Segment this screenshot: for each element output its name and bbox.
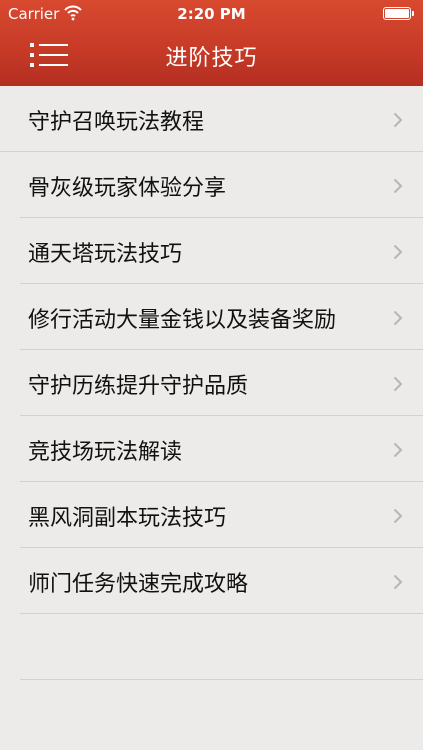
list-item[interactable]: 竞技场玩法解读 <box>20 416 423 482</box>
chevron-right-icon <box>393 112 403 128</box>
list-item[interactable]: 黑风洞副本玩法技巧 <box>20 482 423 548</box>
list-item-label: 骨灰级玩家体验分享 <box>28 176 227 201</box>
chevron-right-icon <box>393 310 403 326</box>
list-item-label: 师门任务快速完成攻略 <box>28 572 249 597</box>
chevron-right-icon <box>393 376 403 392</box>
page-title: 进阶技巧 <box>165 46 258 71</box>
list-item[interactable]: 守护召唤玩法教程 <box>0 86 423 152</box>
status-bar: Carrier 2:20 PM <box>0 0 423 28</box>
list-item[interactable]: 通天塔玩法技巧 <box>20 218 423 284</box>
list-item[interactable]: 修行活动大量金钱以及装备奖励 <box>20 284 423 350</box>
list-item[interactable]: 师门任务快速完成攻略 <box>20 548 423 614</box>
battery-icon <box>383 7 414 20</box>
chevron-right-icon <box>393 178 403 194</box>
empty-row <box>20 614 423 680</box>
list-item-label: 守护召唤玩法教程 <box>28 110 205 135</box>
list-item-label: 通天塔玩法技巧 <box>28 242 183 267</box>
list-item-label: 守护历练提升守护品质 <box>28 374 249 399</box>
chevron-right-icon <box>393 574 403 590</box>
status-time: 2:20 PM <box>177 5 246 23</box>
chevron-right-icon <box>393 508 403 524</box>
chevron-right-icon <box>393 442 403 458</box>
nav-bar: Carrier 2:20 PM 进阶技巧 <box>0 0 423 86</box>
article-list: 守护召唤玩法教程 骨灰级玩家体验分享 通天塔玩法技巧 修行活动大量金钱以及装备奖… <box>0 86 423 680</box>
list-item-label: 竞技场玩法解读 <box>28 440 183 465</box>
list-item-label: 黑风洞副本玩法技巧 <box>28 506 227 531</box>
chevron-right-icon <box>393 244 403 260</box>
list-item[interactable]: 守护历练提升守护品质 <box>20 350 423 416</box>
list-item[interactable]: 骨灰级玩家体验分享 <box>20 152 423 218</box>
list-item-label: 修行活动大量金钱以及装备奖励 <box>28 308 337 333</box>
